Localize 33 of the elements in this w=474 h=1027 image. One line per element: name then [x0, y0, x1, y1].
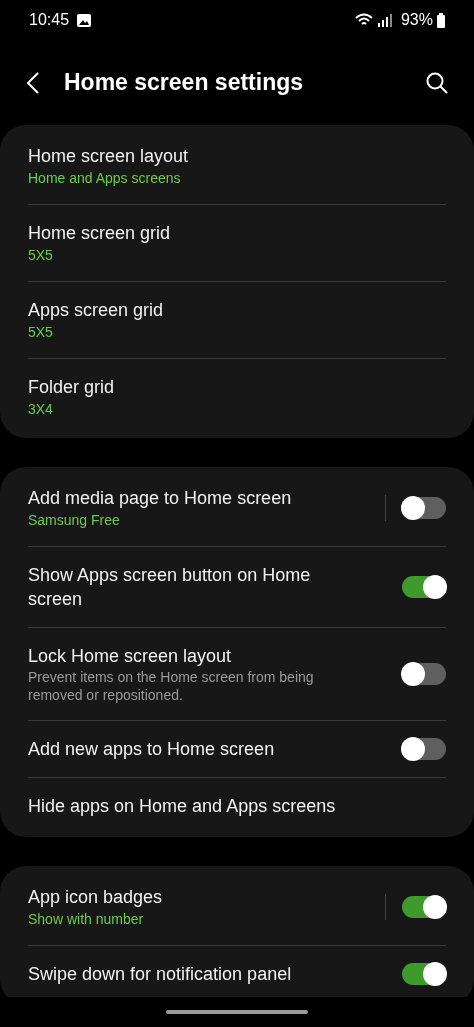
battery-icon	[437, 12, 445, 28]
toggle-switch[interactable]	[402, 497, 446, 519]
toggle-switch[interactable]	[402, 576, 446, 598]
setting-summary: 5X5	[28, 323, 54, 342]
setting-title[interactable]: Home screen layout	[28, 144, 368, 168]
page-title: Home screen settings	[64, 68, 305, 98]
setting-summary: Show with number	[28, 910, 145, 929]
setting-title[interactable]: Folder grid	[28, 375, 368, 399]
setting-title[interactable]: Show Apps screen button on Home screen	[28, 563, 368, 611]
toggle-switch[interactable]	[402, 738, 446, 760]
setting-title[interactable]: Add media page to Home screen	[28, 486, 368, 510]
toggle-switch[interactable]	[402, 663, 446, 685]
setting-title[interactable]: App icon badges	[28, 885, 368, 909]
setting-description: Prevent items on the Home screen from being removed or repositioned.	[28, 668, 315, 704]
setting-title[interactable]: Apps screen grid	[28, 298, 368, 322]
toggle-switch[interactable]	[402, 963, 446, 985]
battery-percent: 93%	[400, 10, 433, 30]
setting-summary: Home and Apps screens	[28, 169, 182, 188]
wifi-icon	[354, 13, 373, 27]
search-icon[interactable]	[426, 71, 448, 94]
setting-summary: 3X4	[28, 400, 54, 419]
toggle-switch[interactable]	[402, 896, 446, 918]
setting-title[interactable]: Swipe down for notification panel	[28, 962, 368, 986]
setting-title[interactable]: Hide apps on Home and Apps screens	[28, 794, 368, 818]
back-icon[interactable]	[26, 71, 40, 94]
setting-title[interactable]: Home screen grid	[28, 221, 368, 245]
setting-title[interactable]: Add new apps to Home screen	[28, 737, 368, 761]
status-time: 10:45	[29, 10, 70, 30]
signal-icon	[376, 13, 393, 27]
setting-summary: Samsung Free	[28, 511, 121, 530]
setting-summary: 5X5	[28, 246, 54, 265]
setting-title[interactable]: Lock Home screen layout	[28, 644, 368, 668]
image-icon	[77, 13, 92, 27]
